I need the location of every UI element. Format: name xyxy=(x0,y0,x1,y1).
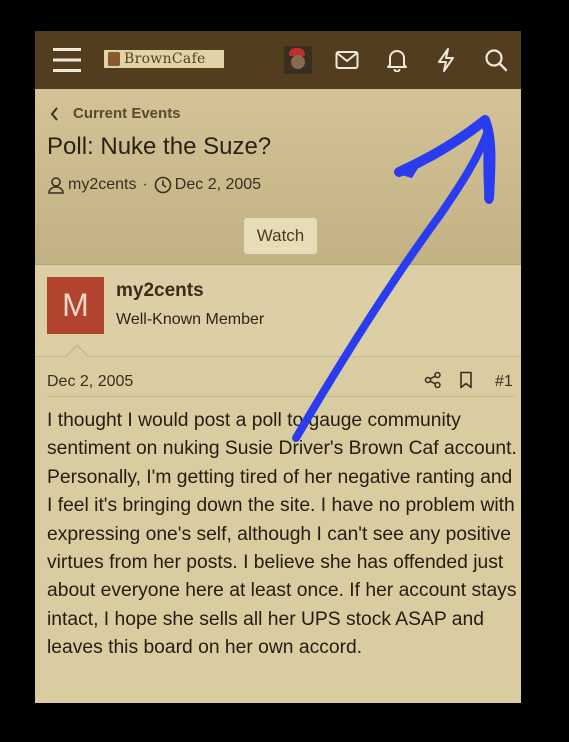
site-logo[interactable]: BrownCafe xyxy=(104,50,224,68)
watch-button[interactable]: Watch xyxy=(243,217,318,255)
chevron-left-icon xyxy=(50,106,59,121)
breadcrumb-label: Current Events xyxy=(73,105,181,122)
thread-author-link[interactable]: my2cents xyxy=(68,176,136,194)
logo-text: BrownCafe xyxy=(124,51,206,67)
breadcrumb[interactable]: Current Events xyxy=(50,105,181,122)
menu-icon xyxy=(53,48,81,72)
whats-new-button[interactable] xyxy=(432,31,460,89)
bolt-icon xyxy=(438,48,454,72)
thread-meta: my2cents · Dec 2, 2005 xyxy=(47,176,261,194)
post-number-link[interactable]: #1 xyxy=(495,373,513,391)
post-username[interactable]: my2cents xyxy=(116,280,204,302)
logo-mark-icon xyxy=(108,52,120,66)
clock-icon xyxy=(154,176,172,194)
post-meta-bar: Dec 2, 2005 #1 xyxy=(47,367,515,397)
avatar[interactable]: M xyxy=(47,277,104,334)
post-body: I thought I would post a poll to gauge c… xyxy=(47,410,517,659)
meta-separator: · xyxy=(142,176,148,193)
post-user-block: M my2cents Well-Known Member xyxy=(35,265,521,357)
user-icon xyxy=(47,176,65,194)
mail-icon xyxy=(335,51,359,69)
avatar xyxy=(284,46,312,74)
page-title: Poll: Nuke the Suze? xyxy=(47,133,272,160)
share-icon[interactable] xyxy=(424,371,442,394)
menu-button[interactable] xyxy=(49,31,85,89)
bookmark-icon[interactable] xyxy=(458,371,474,394)
account-avatar-button[interactable] xyxy=(283,31,313,89)
alerts-button[interactable] xyxy=(383,31,411,89)
post-user-title: Well-Known Member xyxy=(116,311,265,328)
search-button[interactable] xyxy=(482,31,510,89)
post-date[interactable]: Dec 2, 2005 xyxy=(47,373,133,391)
user-block-caret-inner xyxy=(66,346,88,357)
top-navigation-bar: BrownCafe xyxy=(35,31,521,89)
search-icon xyxy=(485,49,508,72)
app-screen: BrownCafe Current Events Poll: Nuke the … xyxy=(35,31,521,703)
thread-header: Current Events Poll: Nuke the Suze? my2c… xyxy=(35,89,521,265)
thread-date[interactable]: Dec 2, 2005 xyxy=(175,176,261,194)
bell-icon xyxy=(387,50,407,72)
inbox-button[interactable] xyxy=(333,31,361,89)
